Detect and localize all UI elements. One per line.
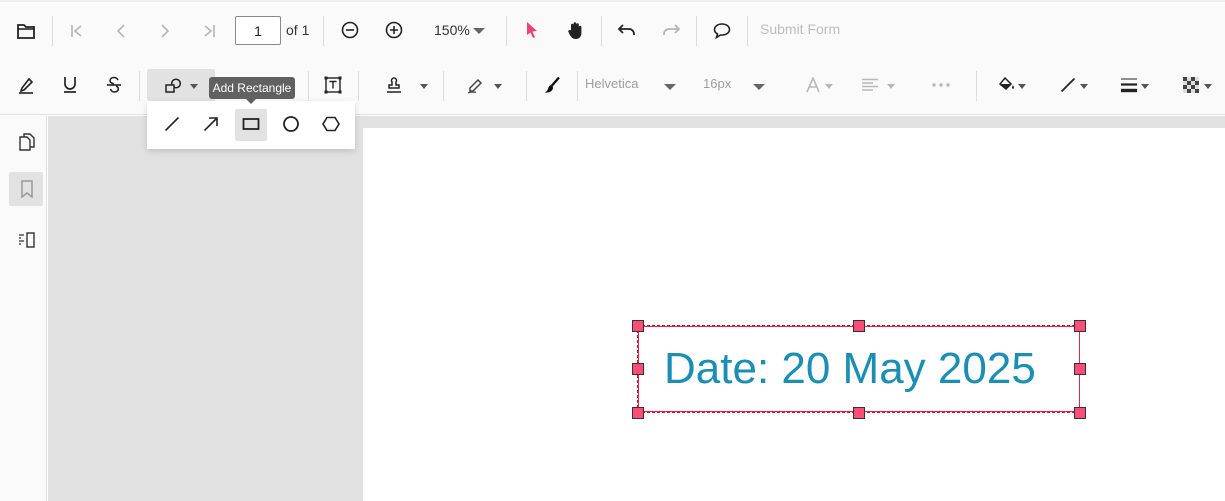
toolbar-separator xyxy=(139,71,140,101)
thickness-dropdown-icon[interactable] xyxy=(1141,84,1149,89)
zoom-in-icon[interactable] xyxy=(383,19,405,41)
annotation-text[interactable]: Date: 20 May 2025 xyxy=(664,344,1036,394)
free-text-icon[interactable] xyxy=(322,74,344,96)
font-family-select[interactable]: Helvetica xyxy=(585,76,638,91)
page-count-label: of 1 xyxy=(286,22,310,38)
zoom-level-value[interactable]: 150% xyxy=(434,22,470,38)
highlight-icon[interactable] xyxy=(15,74,37,96)
resize-handle-bottom-left[interactable] xyxy=(632,407,644,419)
stroke-color-icon[interactable] xyxy=(1057,74,1079,96)
toolbar-separator xyxy=(506,16,507,46)
text-align-dropdown-icon[interactable] xyxy=(887,84,895,89)
submit-form-button[interactable]: Submit Form xyxy=(760,21,840,37)
toolbar-separator xyxy=(976,71,977,101)
page-thumbnails-icon[interactable] xyxy=(16,131,38,153)
tooltip: Add Rectangle xyxy=(209,77,295,99)
opacity-dropdown-icon[interactable] xyxy=(1204,84,1212,89)
font-color-icon[interactable] xyxy=(802,74,824,96)
annotations-panel-icon[interactable] xyxy=(16,229,38,251)
toolbar-separator xyxy=(323,16,324,46)
toolbar-separator xyxy=(308,71,309,101)
thickness-icon[interactable] xyxy=(1118,74,1140,96)
undo-icon[interactable] xyxy=(616,19,638,41)
toolbar-separator xyxy=(696,16,697,46)
tooltip-arrow xyxy=(246,99,256,104)
toolbar-separator xyxy=(443,71,444,101)
stamp-dropdown-icon[interactable] xyxy=(420,84,428,89)
resize-handle-right[interactable] xyxy=(1074,363,1086,375)
toolbar-separator xyxy=(747,16,748,46)
font-size-select[interactable]: 16px xyxy=(703,76,731,91)
resize-handle-top-left[interactable] xyxy=(632,320,644,332)
page-number-input[interactable] xyxy=(235,16,281,45)
main-toolbar xyxy=(0,0,1225,60)
circle-icon[interactable] xyxy=(280,113,302,135)
resize-handle-left[interactable] xyxy=(632,363,644,375)
shapes-icon[interactable] xyxy=(162,75,184,97)
tooltip-text: Add Rectangle xyxy=(212,81,292,95)
fill-color-dropdown-icon[interactable] xyxy=(1018,84,1026,89)
stroke-color-dropdown-icon[interactable] xyxy=(1080,84,1088,89)
ink-icon[interactable] xyxy=(541,74,563,96)
pdf-page[interactable] xyxy=(363,128,1225,501)
text-align-icon[interactable] xyxy=(859,74,881,96)
toolbar-separator xyxy=(52,16,53,46)
signature-dropdown-icon[interactable] xyxy=(494,84,502,89)
zoom-out-icon[interactable] xyxy=(339,19,361,41)
toolbar-separator xyxy=(601,16,602,46)
next-page-icon[interactable] xyxy=(154,20,176,42)
toolbar-separator xyxy=(577,71,578,101)
toolbar-separator xyxy=(358,71,359,101)
last-page-icon[interactable] xyxy=(198,20,220,42)
resize-handle-bottom-right[interactable] xyxy=(1074,407,1086,419)
shapes-dropdown-icon[interactable] xyxy=(190,84,198,89)
polygon-icon[interactable] xyxy=(320,113,342,135)
stamp-icon[interactable] xyxy=(383,74,405,96)
open-folder-icon[interactable] xyxy=(14,20,38,42)
rectangle-icon[interactable] xyxy=(240,113,262,135)
resize-handle-top-right[interactable] xyxy=(1074,320,1086,332)
comment-icon[interactable] xyxy=(711,19,733,41)
line-icon[interactable] xyxy=(161,113,183,135)
fill-color-icon[interactable] xyxy=(996,74,1018,96)
bookmarks-icon[interactable] xyxy=(16,178,38,200)
signature-icon[interactable] xyxy=(465,74,487,96)
resize-handle-bottom[interactable] xyxy=(853,407,865,419)
pdf-viewer-app: of 1 150% Submit Form xyxy=(0,0,1225,501)
font-color-dropdown-icon[interactable] xyxy=(825,84,833,89)
zoom-dropdown-icon[interactable] xyxy=(473,28,485,34)
arrow-icon[interactable] xyxy=(200,113,222,135)
opacity-icon[interactable] xyxy=(1180,74,1202,96)
redo-icon[interactable] xyxy=(660,19,682,41)
text-select-icon[interactable] xyxy=(521,19,543,41)
pan-hand-icon[interactable] xyxy=(565,19,587,41)
toolbar-separator xyxy=(526,71,527,101)
strikethrough-icon[interactable] xyxy=(103,74,125,96)
first-page-icon[interactable] xyxy=(66,20,88,42)
more-options-icon[interactable] xyxy=(930,74,952,96)
font-family-dropdown-icon[interactable] xyxy=(664,84,676,90)
previous-page-icon[interactable] xyxy=(110,20,132,42)
resize-handle-top[interactable] xyxy=(853,320,865,332)
font-size-dropdown-icon[interactable] xyxy=(753,84,765,90)
underline-icon[interactable] xyxy=(59,74,81,96)
